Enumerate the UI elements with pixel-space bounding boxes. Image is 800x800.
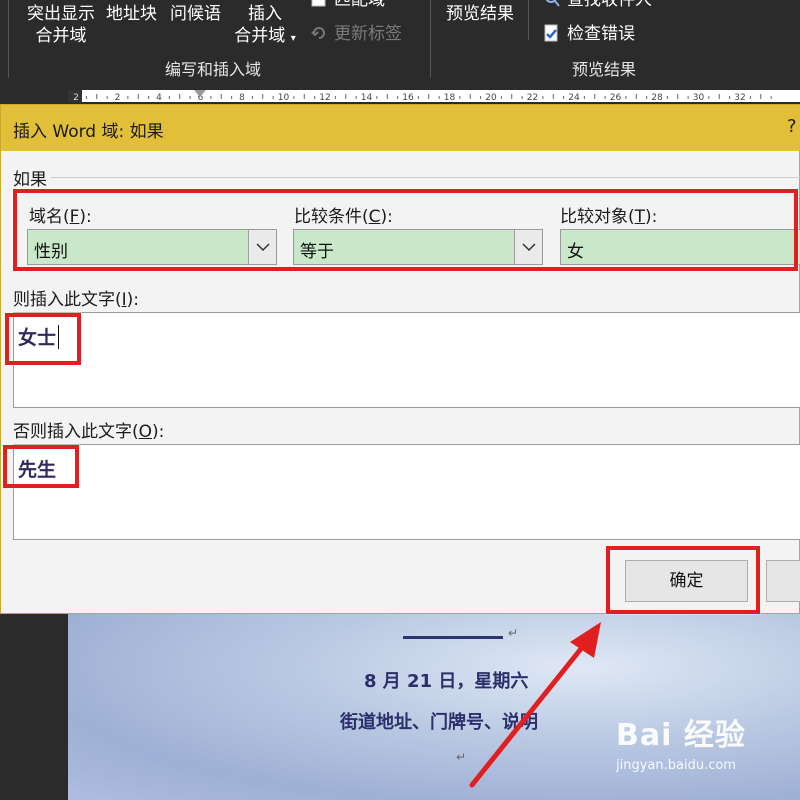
- red-pointer-arrow: [469, 622, 601, 788]
